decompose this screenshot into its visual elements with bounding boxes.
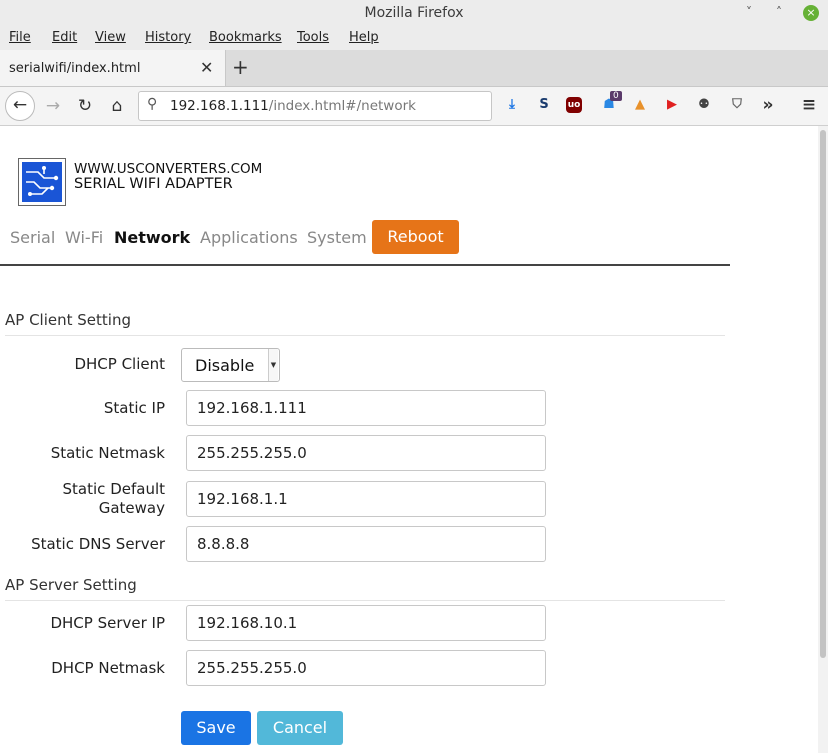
page-scrollbar[interactable] — [818, 126, 828, 753]
menu-history-label: History — [145, 30, 192, 45]
url-path: /index.html#/network — [268, 98, 416, 114]
reload-icon[interactable]: ↻ — [72, 93, 98, 119]
nav-network[interactable]: Network — [114, 228, 190, 247]
nav-serial[interactable]: Serial — [10, 228, 55, 247]
s-extension-icon[interactable]: S — [534, 95, 554, 115]
navigation-bar: ← → ↻ ⌂ ⚲ 192.168.1.111/index.html#/netw… — [0, 87, 828, 126]
url-host: 192.168.1.111 — [170, 98, 269, 114]
maximize-icon[interactable]: ˄ — [776, 5, 782, 19]
hamburger-menu-icon[interactable]: ≡ — [799, 95, 819, 115]
close-window-icon[interactable]: × — [803, 5, 819, 21]
menu-history[interactable]: History — [145, 30, 191, 45]
menu-file[interactable]: File — [9, 30, 31, 45]
nav-wifi[interactable]: Wi-Fi — [65, 228, 103, 247]
window-title: Mozilla Firefox — [364, 5, 464, 21]
tab-close-icon[interactable]: ✕ — [200, 58, 213, 77]
ublock-icon[interactable]: uo — [566, 97, 582, 113]
tab-bar: serialwifi/index.html ✕ + — [0, 50, 828, 87]
static-gateway-input[interactable]: 192.168.1.1 — [186, 481, 546, 517]
tab-title: serialwifi/index.html — [9, 61, 141, 76]
url-text: 192.168.1.111/index.html#/network — [170, 98, 416, 114]
minimize-icon[interactable]: ˅ — [746, 5, 752, 19]
nav-applications[interactable]: Applications — [200, 228, 298, 247]
brand-logo — [18, 158, 66, 206]
static-gateway-value: 192.168.1.1 — [197, 490, 288, 508]
menu-tools[interactable]: Tools — [297, 30, 329, 45]
static-dns-input[interactable]: 8.8.8.8 — [186, 526, 546, 562]
menu-tools-label: Tools — [297, 30, 330, 45]
dhcp-netmask-label: DHCP Netmask — [51, 659, 165, 677]
home-icon[interactable]: ⌂ — [104, 93, 130, 119]
dhcp-netmask-value: 255.255.255.0 — [197, 659, 307, 677]
menu-bookmarks[interactable]: Bookmarks — [209, 30, 282, 45]
video-extension-icon[interactable]: ▶ — [662, 95, 682, 115]
static-ip-input[interactable]: 192.168.1.111 — [186, 390, 546, 426]
nav-divider — [0, 264, 730, 266]
static-gateway-label-line2: Gateway — [98, 499, 165, 517]
menu-bookmarks-label: Bookmarks — [209, 30, 282, 45]
dhcp-server-ip-value: 192.168.10.1 — [197, 614, 298, 632]
cancel-button[interactable]: Cancel — [257, 711, 343, 745]
page-content: WWW.USCONVERTERS.COM SERIAL WIFI ADAPTER… — [0, 126, 818, 753]
shield-extension-icon[interactable]: ⛉ — [727, 95, 747, 115]
download-icon[interactable]: ⤓ — [502, 95, 522, 115]
menu-view[interactable]: View — [95, 30, 126, 45]
dropdown-arrow-icon: ▼ — [268, 349, 278, 381]
brand-website: WWW.USCONVERTERS.COM — [74, 161, 263, 177]
dhcp-client-label: DHCP Client — [74, 355, 165, 373]
menu-file-label: File — [9, 30, 31, 45]
dhcp-client-select[interactable]: Disable ▼ — [181, 348, 280, 382]
dhcp-server-ip-label: DHCP Server IP — [50, 614, 165, 632]
menu-edit[interactable]: Edit — [52, 30, 77, 45]
menu-help-label: Help — [349, 30, 379, 45]
arrow-extension-icon[interactable]: ▲ — [630, 95, 650, 115]
menu-help[interactable]: Help — [349, 30, 379, 45]
circuit-logo-icon — [22, 162, 62, 202]
browser-tab[interactable]: serialwifi/index.html ✕ — [0, 50, 226, 86]
dhcp-client-value: Disable — [195, 356, 255, 375]
new-tab-icon[interactable]: + — [232, 55, 249, 79]
window-titlebar: Mozilla Firefox ˅ ˄ × — [0, 0, 828, 28]
section-divider — [5, 600, 725, 601]
circles-extension-icon[interactable]: ⚉ — [694, 95, 714, 115]
static-gateway-label-line1: Static Default — [62, 480, 165, 498]
overflow-menu-icon[interactable]: » — [758, 95, 778, 115]
menu-view-label: View — [95, 30, 126, 45]
static-ip-value: 192.168.1.111 — [197, 399, 307, 417]
extension-badge: 0 — [610, 91, 622, 101]
ap-client-heading: AP Client Setting — [5, 311, 131, 329]
menu-edit-label: Edit — [52, 30, 78, 45]
section-divider — [5, 335, 725, 336]
menu-bar: File Edit View History Bookmarks Tools H… — [0, 28, 828, 50]
static-netmask-value: 255.255.255.0 — [197, 444, 307, 462]
dhcp-netmask-input[interactable]: 255.255.255.0 — [186, 650, 546, 686]
url-bar[interactable]: ⚲ 192.168.1.111/index.html#/network — [138, 91, 492, 121]
forward-icon[interactable]: → — [40, 93, 66, 119]
static-dns-label: Static DNS Server — [31, 535, 165, 553]
reboot-button[interactable]: Reboot — [372, 220, 459, 254]
dhcp-server-ip-input[interactable]: 192.168.10.1 — [186, 605, 546, 641]
brand-product: SERIAL WIFI ADAPTER — [74, 176, 233, 192]
ap-server-heading: AP Server Setting — [5, 576, 137, 594]
static-gateway-label: Static Default Gateway — [63, 480, 165, 518]
static-ip-label: Static IP — [103, 399, 165, 417]
scrollbar-thumb[interactable] — [820, 130, 826, 658]
search-icon: ⚲ — [147, 96, 158, 112]
static-dns-value: 8.8.8.8 — [197, 535, 250, 553]
static-netmask-label: Static Netmask — [50, 444, 165, 462]
back-icon[interactable]: ← — [5, 91, 35, 121]
save-button[interactable]: Save — [181, 711, 251, 745]
nav-system[interactable]: System — [307, 228, 367, 247]
static-netmask-input[interactable]: 255.255.255.0 — [186, 435, 546, 471]
